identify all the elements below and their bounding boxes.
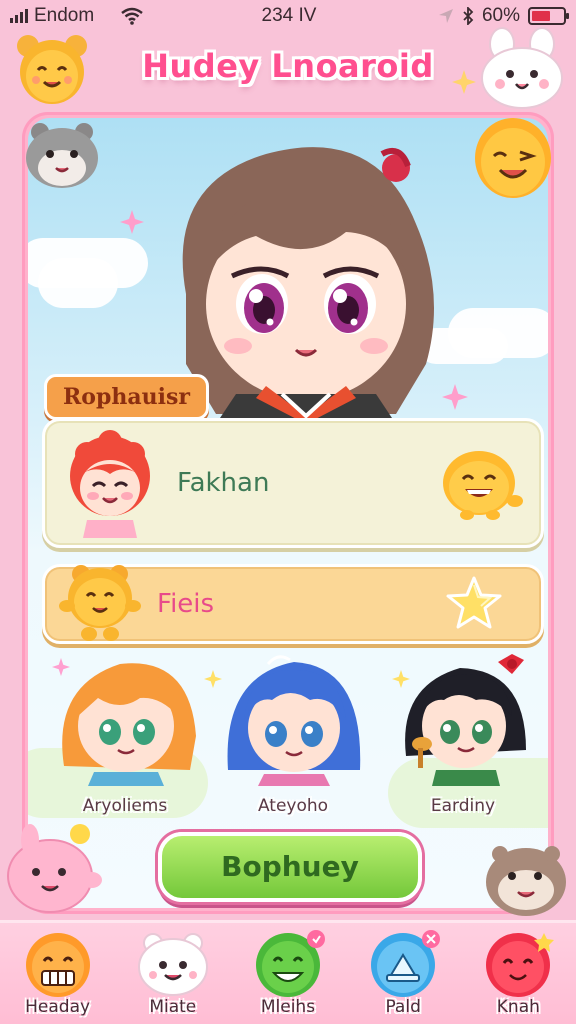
nav-label: Headay	[25, 997, 91, 1017]
main-panel-content: Rophauisr Fakhan Fieis Aryoliems Ateyoho…	[28, 118, 548, 908]
status-right: 60%	[438, 5, 569, 27]
character-tile-1[interactable]: Aryoliems	[50, 646, 200, 816]
status-time: 234 IV	[261, 5, 317, 26]
nav-label: Pald	[385, 997, 421, 1017]
nav-label: Mleihs	[260, 997, 316, 1017]
carrier-name: Endom	[34, 5, 95, 26]
red-blob-nav-icon	[486, 933, 555, 997]
character-name: Eardiny	[430, 796, 496, 816]
bottom-nav: Headay Miate Mleihs Pald Knah	[0, 920, 576, 1024]
black-hair-character-avatar	[405, 654, 526, 786]
sparkle-icon	[204, 670, 222, 688]
card-title: Fakhan	[177, 468, 270, 498]
option-card-2[interactable]: Fieis	[42, 564, 544, 644]
white-bear-nav-icon	[137, 933, 208, 996]
character-name: Ateyoho	[257, 796, 329, 816]
wifi-icon	[121, 7, 143, 25]
winking-blob-mascot-icon	[475, 118, 551, 198]
card-title: Fieis	[157, 589, 215, 619]
star-icon	[446, 576, 502, 629]
section-label: Rophauisr	[44, 374, 209, 420]
nav-item-4[interactable]: Pald	[353, 929, 453, 1017]
orange-blob-nav-icon	[25, 933, 90, 997]
sparkle-icon	[442, 384, 468, 410]
nav-item-5[interactable]: Knah	[468, 929, 568, 1017]
character-name: Aryoliems	[82, 796, 168, 816]
bunny-mascot-icon	[481, 27, 563, 109]
orange-bear-mascot-icon	[59, 565, 141, 641]
location-arrow-icon	[438, 9, 453, 23]
hamster-mascot-icon	[26, 123, 98, 188]
character-tile-3[interactable]: Eardiny	[388, 646, 538, 816]
bluetooth-icon	[463, 7, 474, 25]
character-tile-2[interactable]: Ateyoho	[218, 646, 368, 816]
app-title: Hudey Lnoaroid	[142, 47, 434, 85]
blue-hair-character-avatar	[227, 655, 361, 786]
sparkle-icon	[120, 210, 144, 234]
otter-mascot-icon	[486, 846, 566, 916]
sparkle-icon	[52, 658, 70, 676]
nav-item-1[interactable]: Headay	[8, 929, 108, 1017]
cloud-decoration	[38, 258, 118, 308]
green-blob-nav-icon	[255, 930, 325, 997]
yellow-blob-mascot-icon	[443, 451, 523, 520]
bear-mascot-icon	[17, 35, 87, 104]
battery-percent: 60%	[481, 5, 520, 26]
nav-label: Knah	[496, 997, 540, 1017]
red-hair-character-avatar	[70, 430, 150, 538]
pink-bunny-mascot-icon	[7, 824, 102, 913]
main-panel: Rophauisr Fakhan Fieis Aryoliems Ateyoho…	[22, 112, 554, 914]
option-card-1[interactable]: Fakhan	[42, 418, 544, 548]
sparkle-icon	[392, 670, 410, 688]
primary-action-button[interactable]: Bophuey	[158, 832, 422, 902]
battery-level	[532, 11, 550, 21]
nav-label: Miate	[149, 997, 197, 1017]
nav-item-2[interactable]: Miate	[123, 929, 223, 1017]
nav-item-3[interactable]: Mleihs	[238, 929, 338, 1017]
signal-icon	[10, 9, 28, 23]
battery-icon	[528, 7, 569, 25]
orange-hair-character-avatar	[62, 663, 197, 786]
status-left: Endom	[10, 5, 180, 27]
blue-bubble-nav-icon	[371, 930, 441, 997]
